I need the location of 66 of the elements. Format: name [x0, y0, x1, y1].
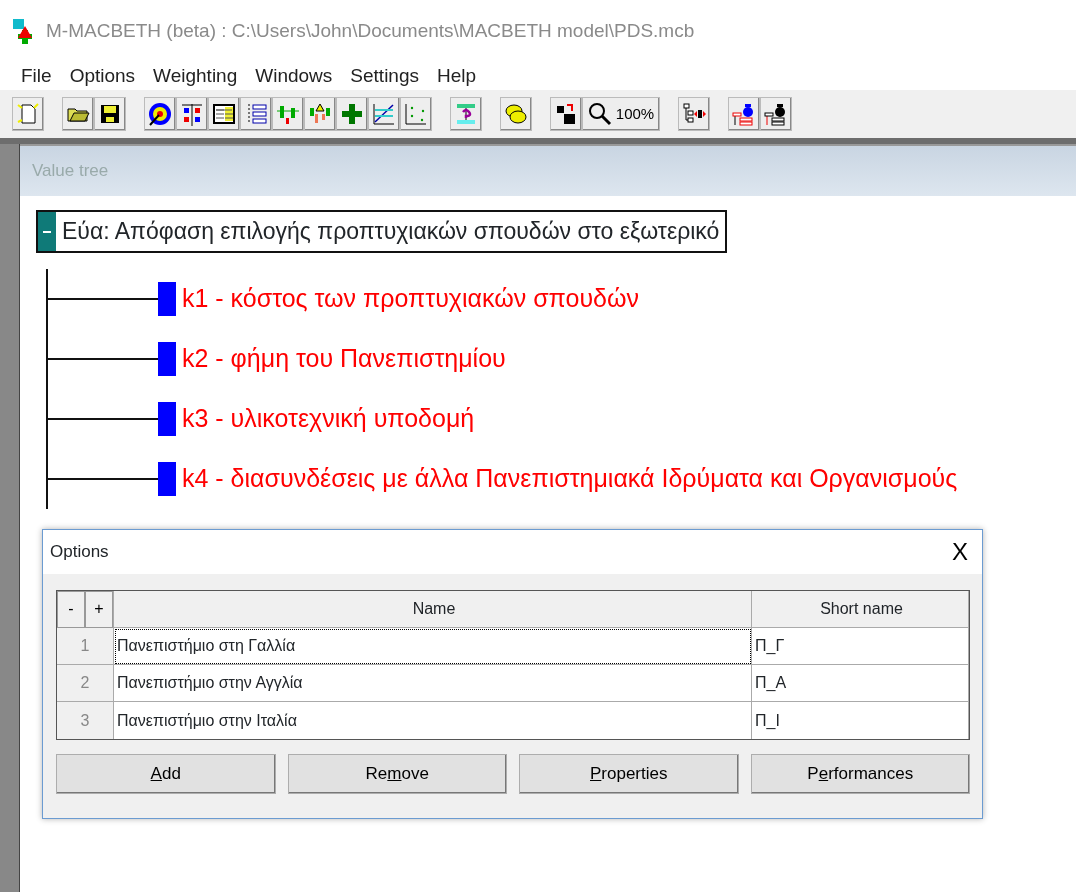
plus-icon: [340, 102, 364, 126]
toolbar-button[interactable]: [62, 97, 94, 131]
add-row-button[interactable]: +: [85, 590, 113, 628]
swap-columns-icon: [180, 102, 204, 126]
criterion-label[interactable]: k4 - διασυνδέσεις με άλλα Πανεπιστημιακά Ιδρύματα και Οργανισμούς: [176, 460, 958, 498]
toolbar-button[interactable]: [208, 97, 240, 131]
new-document-icon: [16, 102, 40, 126]
criterion-label[interactable]: k3 - υλικοτεχνική υποδομή: [176, 400, 475, 438]
criterion-marker: [158, 342, 176, 376]
tree-text-icon: [682, 102, 706, 126]
font-size-button[interactable]: [550, 97, 582, 131]
criterion-label[interactable]: k1 - κόστος των προπτυχιακών σπουδών: [176, 280, 639, 318]
dialog-button[interactable]: Performances: [750, 754, 970, 794]
table-cell[interactable]: Πανεπιστήμιο στη Γαλλία: [114, 628, 752, 665]
window-title: Value tree: [32, 160, 109, 183]
tree-root-node[interactable]: Εύα: Απόφαση επιλογής προπτυχιακών σπουδών στο εξωτερικό: [36, 210, 728, 253]
dialog-button[interactable]: Remove: [287, 754, 507, 794]
table-cell[interactable]: Π_Γ: [752, 628, 969, 665]
collapse-toggle[interactable]: [38, 212, 56, 251]
weight-tree-icon: [764, 102, 788, 126]
scatter-plot-icon: [404, 102, 428, 126]
line-chart-icon: [372, 102, 396, 126]
toolbar-button[interactable]: [368, 97, 400, 131]
criterion-marker: [158, 402, 176, 436]
toolbar-button[interactable]: [760, 97, 792, 131]
dialog-button[interactable]: Properties: [519, 754, 739, 794]
toolbar-button[interactable]: [450, 97, 482, 131]
toolbar-button[interactable]: [144, 97, 176, 131]
row-number: 3: [57, 702, 114, 739]
menu-item[interactable]: Windows: [246, 61, 342, 91]
menu-item[interactable]: Settings: [341, 61, 428, 91]
menu-item[interactable]: Weighting: [144, 61, 247, 91]
criterion-marker: [158, 282, 176, 316]
toolbar-button[interactable]: [728, 97, 760, 131]
toolbar-button[interactable]: [94, 97, 126, 131]
toolbar-button[interactable]: [678, 97, 710, 131]
dialog-title: Options: [50, 541, 109, 564]
coins-icon: [504, 102, 528, 126]
menu-item[interactable]: Help: [428, 61, 486, 91]
magnifier-icon: [587, 102, 612, 126]
remove-row-button[interactable]: -: [57, 590, 85, 628]
save-icon: [98, 102, 122, 126]
window-title: M-MACBETH (beta) : C:\Users\John\Documents\MACBETH model\PDS.mcb: [46, 18, 695, 43]
table-cell[interactable]: Π_Ι: [752, 702, 969, 739]
table-cell[interactable]: Πανεπιστήμιο στην Ιταλία: [114, 702, 752, 739]
bracket-question-icon: [454, 102, 478, 126]
bar-chart-icon: [308, 102, 332, 126]
font-size-icon: [554, 102, 578, 126]
weight-tree-icon: [732, 102, 756, 126]
table-cell[interactable]: Πανεπιστήμιο στην Αγγλία: [114, 665, 752, 702]
close-button[interactable]: X: [948, 540, 972, 564]
table-icon: [212, 102, 236, 126]
toolbar-button[interactable]: [176, 97, 208, 131]
table-cell[interactable]: Π_Α: [752, 665, 969, 702]
target-icon: [148, 102, 172, 126]
column-header: Name: [114, 591, 752, 628]
menu-item[interactable]: Options: [60, 61, 145, 91]
row-number: 2: [57, 665, 114, 702]
row-number: 1: [57, 628, 114, 665]
menu-item[interactable]: File: [12, 61, 61, 91]
criterion-label[interactable]: k2 - φήμη του Πανεπιστημίου: [176, 340, 506, 378]
zoom-button[interactable]: 100%: [582, 97, 660, 131]
column-header: Short name: [752, 591, 969, 628]
dialog-button[interactable]: Add: [56, 754, 276, 794]
criterion-marker: [158, 462, 176, 496]
toolbar-button[interactable]: [500, 97, 532, 131]
